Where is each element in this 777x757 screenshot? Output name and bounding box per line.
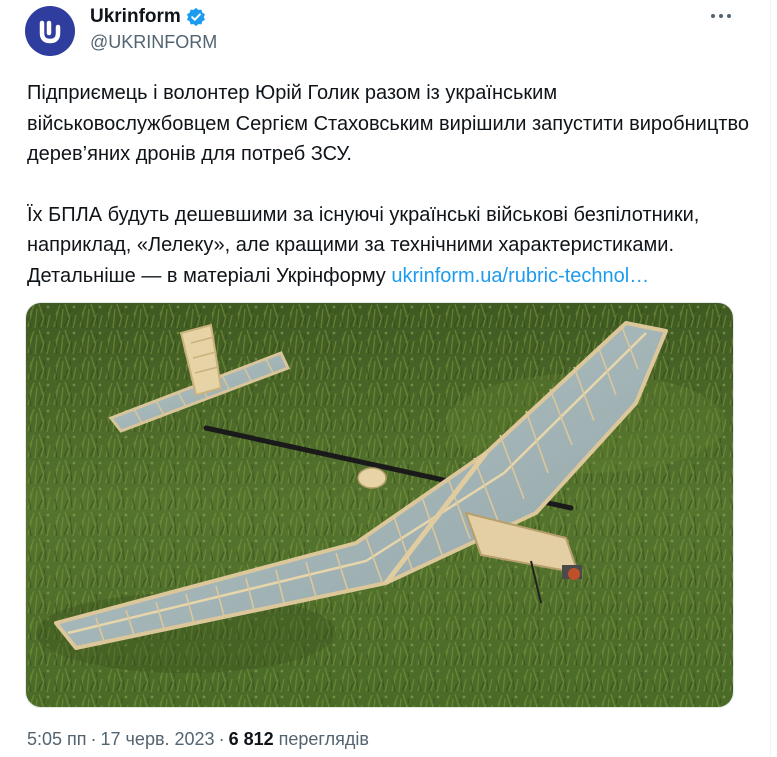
meta-separator-2: · bbox=[218, 729, 225, 749]
tweet-meta: 5:05 пп · 17 черв. 2023 · 6 812 переглядів bbox=[27, 729, 369, 750]
verified-badge-icon bbox=[186, 7, 205, 27]
tweet-paragraph-2-line-1: Їх БПЛА будуть дешевшими за існуючі укра… bbox=[27, 203, 700, 257]
column-divider bbox=[770, 0, 771, 757]
tweet-paragraph-1: Підприємець і волонтер Юрій Голик разом … bbox=[27, 82, 749, 165]
tweet-paragraph-2-line-2: Детальніше — в матеріалі Укрінформу bbox=[27, 264, 392, 287]
tweet-media-image[interactable] bbox=[25, 302, 734, 708]
tweet-text: Підприємець і волонтер Юрій Голик разом … bbox=[27, 78, 757, 291]
tweet-date[interactable]: 17 черв. 2023 bbox=[101, 729, 215, 749]
wooden-drone-on-grass-image bbox=[26, 303, 733, 707]
ukrinform-logo-icon bbox=[39, 20, 61, 44]
avatar[interactable] bbox=[25, 6, 75, 56]
tweet-card: Ukrinform @UKRINFORM Підприємець і волон… bbox=[0, 0, 777, 757]
tweet-paragraph-2: Їх БПЛА будуть дешевшими за існуючі укра… bbox=[27, 200, 757, 292]
article-link[interactable]: ukrinform.ua/rubric-technol… bbox=[391, 265, 649, 287]
views-label: переглядів bbox=[278, 729, 369, 749]
meta-separator: · bbox=[90, 729, 97, 749]
views-count: 6 812 bbox=[228, 729, 274, 749]
more-options-icon[interactable] bbox=[706, 2, 736, 30]
tweet-time[interactable]: 5:05 пп bbox=[27, 729, 87, 749]
author-name-row: Ukrinform bbox=[90, 6, 206, 28]
author-display-name[interactable]: Ukrinform bbox=[90, 6, 181, 28]
author-handle[interactable]: @UKRINFORM bbox=[90, 32, 217, 53]
